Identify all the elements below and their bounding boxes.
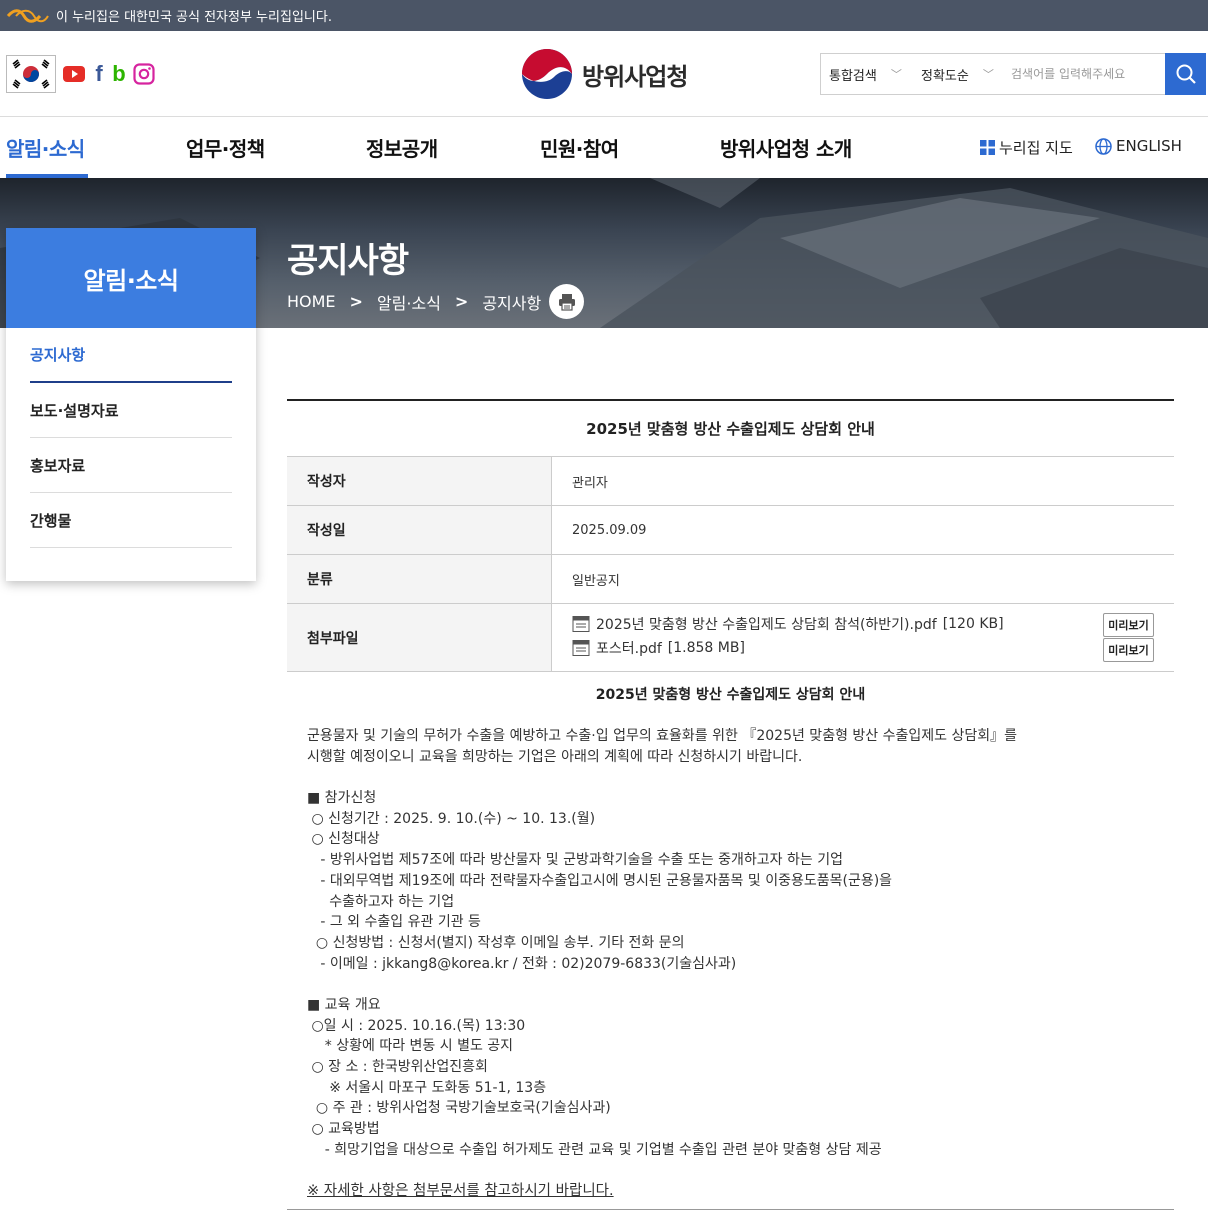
gnb-menu-info[interactable]: 정보공개 — [366, 133, 438, 162]
date-value: 2025.09.09 — [572, 522, 647, 538]
info-row-files: 첨부파일 2025년 맞춤형 방산 수출입제도 상담회 참석(하반기).pdf … — [287, 604, 1174, 672]
body-line: * 상황에 따라 변동 시 별도 공지 — [307, 1038, 514, 1055]
date-label: 작성일 — [287, 506, 552, 554]
print-button[interactable] — [549, 284, 585, 319]
side-nav-item-publication[interactable]: 간행물 — [30, 493, 232, 548]
chevron-down-icon: ﹀ — [890, 68, 902, 81]
breadcrumb: HOME > 알림·소식 > 공지사항 — [287, 284, 585, 319]
body-line: ※ 서울시 마포구 도화동 51-1, 13층 — [307, 1079, 547, 1096]
facebook-icon[interactable]: f — [88, 61, 110, 86]
english-link[interactable]: ENGLISH — [1095, 137, 1182, 155]
body-line — [307, 767, 1174, 788]
file-icon — [572, 616, 590, 632]
category-label: 분류 — [287, 555, 552, 603]
body-line: 시행할 예정이오니 교육을 희망하는 기업은 아래의 계획에 따라 신청하시기 … — [307, 748, 803, 765]
body-line: 수출하고자 하는 기업 — [307, 893, 455, 910]
body-line — [307, 974, 1174, 995]
attachment-item: 2025년 맞춤형 방산 수출입제도 상담회 참석(하반기).pdf [120 … — [572, 612, 1154, 636]
dapa-emblem-icon — [522, 49, 572, 99]
search-button[interactable] — [1165, 53, 1206, 95]
preview-button[interactable]: 미리보기 — [1103, 638, 1154, 662]
search-scope-select[interactable]: 통합검색 ﹀ — [821, 54, 913, 94]
sitemap-link[interactable]: 누리집 지도 — [980, 137, 1073, 158]
youtube-icon[interactable] — [63, 63, 85, 85]
instagram-icon[interactable] — [133, 63, 155, 85]
side-nav-item-notice[interactable]: 공지사항 — [30, 328, 232, 383]
body-line: - 방위사업법 제57조에 따라 방산물자 및 군방과학기술을 수출 또는 중개… — [307, 852, 843, 869]
site-header: f b 방위사업청 통합검색 ﹀ 정확도순 ﹀ — [0, 31, 1208, 117]
body-line: ○ 교육방법 — [307, 1121, 380, 1138]
side-nav-item-promo[interactable]: 홍보자료 — [30, 438, 232, 493]
category-value: 일반공지 — [572, 573, 620, 589]
author-value: 관리자 — [572, 475, 608, 491]
globe-icon — [1095, 137, 1112, 155]
search-sort-value: 정확도순 — [921, 68, 969, 84]
egov-logo-icon — [6, 8, 49, 23]
body-line: - 이메일 : jkkang8@korea.kr / 전화 : 02)2079-… — [307, 955, 737, 972]
search-input[interactable] — [1005, 54, 1165, 94]
info-row-author: 작성자 관리자 — [287, 457, 1174, 506]
gnb-menu-news[interactable]: 알림·소식 — [6, 133, 85, 162]
body-line: - 그 외 수출입 유관 기관 등 — [307, 914, 481, 931]
page-title: 공지사항 — [287, 241, 409, 281]
gov-banner: 이 누리집은 대한민국 공식 전자정부 누리집입니다. — [0, 0, 1208, 31]
post-view: 2025년 맞춤형 방산 수출입제도 상담회 안내 작성자 관리자 작성일 20… — [287, 399, 1174, 1202]
body-line: ■ 참가신청 — [307, 790, 377, 807]
main-navigation: 알림·소식 업무·정책 정보공개 민원·참여 방위사업청 소개 누리집 지도 E… — [0, 117, 1208, 178]
body-line: ○ 신청대상 — [307, 831, 380, 848]
body-line: 군용물자 및 기술의 무허가 수출을 예방하고 수출·입 업무의 효율화를 위한… — [307, 728, 1017, 744]
gov-banner-text: 이 누리집은 대한민국 공식 전자정부 누리집입니다. — [56, 10, 332, 25]
divider — [287, 1209, 1174, 1210]
body-line: ■ 교육 개요 — [307, 996, 381, 1013]
attachment-filename[interactable]: 2025년 맞춤형 방산 수출입제도 상담회 참석(하반기).pdf — [596, 614, 937, 634]
gnb-menu-policy[interactable]: 업무·정책 — [186, 133, 265, 162]
post-body: 군용물자 및 기술의 무허가 수출을 예방하고 수출·입 업무의 효율화를 위한… — [287, 726, 1174, 1202]
side-nav-title: 알림·소식 — [6, 228, 256, 328]
info-row-category: 분류 일반공지 — [287, 555, 1174, 604]
taegukgi-icon[interactable] — [6, 55, 56, 93]
blog-icon[interactable]: b — [108, 61, 130, 86]
breadcrumb-current: 공지사항 — [482, 293, 542, 313]
gnb-menu-civil[interactable]: 민원·참여 — [540, 133, 619, 162]
breadcrumb-separator-icon: > — [349, 292, 363, 311]
author-label: 작성자 — [287, 457, 552, 505]
sitemap-label: 누리집 지도 — [999, 139, 1073, 157]
preview-button[interactable]: 미리보기 — [1103, 613, 1154, 637]
english-label: ENGLISH — [1116, 137, 1182, 155]
search-bar: 통합검색 ﹀ 정확도순 ﹀ — [820, 53, 1206, 95]
attachment-list: 2025년 맞춤형 방산 수출입제도 상담회 참석(하반기).pdf [120 … — [552, 604, 1174, 671]
body-line: ○ 장 소 : 한국방위산업진흥회 — [307, 1059, 488, 1075]
breadcrumb-home[interactable]: HOME — [287, 292, 336, 311]
body-line: - 희망기업을 대상으로 수출입 허가제도 관련 교육 및 기업별 수출입 관련… — [307, 1141, 882, 1158]
body-line: ○일 시 : 2025. 10.16.(목) 13:30 — [307, 1017, 526, 1034]
info-row-date: 작성일 2025.09.09 — [287, 506, 1174, 555]
site-logo[interactable]: 방위사업청 — [520, 47, 688, 101]
side-nav-item-press[interactable]: 보도·설명자료 — [30, 383, 232, 438]
search-scope-value: 통합검색 — [829, 68, 877, 84]
breadcrumb-news[interactable]: 알림·소식 — [377, 290, 441, 314]
breadcrumb-separator-icon: > — [454, 292, 469, 311]
side-navigation: 알림·소식 공지사항 보도·설명자료 홍보자료 간행물 — [6, 228, 256, 581]
printer-icon — [558, 293, 575, 311]
search-icon — [1176, 64, 1196, 84]
attachment-filename[interactable]: 포스터.pdf — [596, 638, 662, 658]
body-line: ○ 주 관 : 방위사업청 국방기술보호국(기술심사과) — [307, 1100, 611, 1117]
attachment-size: [1.858 MB] — [667, 640, 745, 656]
post-title: 2025년 맞춤형 방산 수출입제도 상담회 안내 — [287, 401, 1174, 457]
attachment-item: 포스터.pdf [1.858 MB] — [572, 636, 1154, 660]
search-sort-select[interactable]: 정확도순 ﹀ — [913, 54, 1005, 94]
closing-note: ※ 자세한 사항은 첨부문서를 참고하시기 바랍니다. — [307, 1183, 614, 1200]
body-line: ○ 신청기간 : 2025. 9. 10.(수) ~ 10. 13.(월) — [307, 810, 596, 827]
file-icon — [572, 640, 590, 656]
body-line: - 대외무역법 제19조에 따라 전략물자수출입고시에 명시된 군용물자품목 및… — [307, 872, 893, 889]
body-line: ○ 신청방법 : 신청서(별지) 작성후 이메일 송부. 기타 전화 문의 — [307, 934, 685, 951]
files-label: 첨부파일 — [287, 604, 552, 671]
chevron-down-icon: ﹀ — [982, 68, 994, 81]
attachment-size: [120 KB] — [942, 616, 1004, 632]
gnb-menu-about[interactable]: 방위사업청 소개 — [720, 133, 852, 162]
logo-text: 방위사업청 — [582, 62, 688, 91]
grid-icon — [980, 140, 995, 155]
body-title: 2025년 맞춤형 방산 수출입제도 상담회 안내 — [595, 687, 866, 703]
